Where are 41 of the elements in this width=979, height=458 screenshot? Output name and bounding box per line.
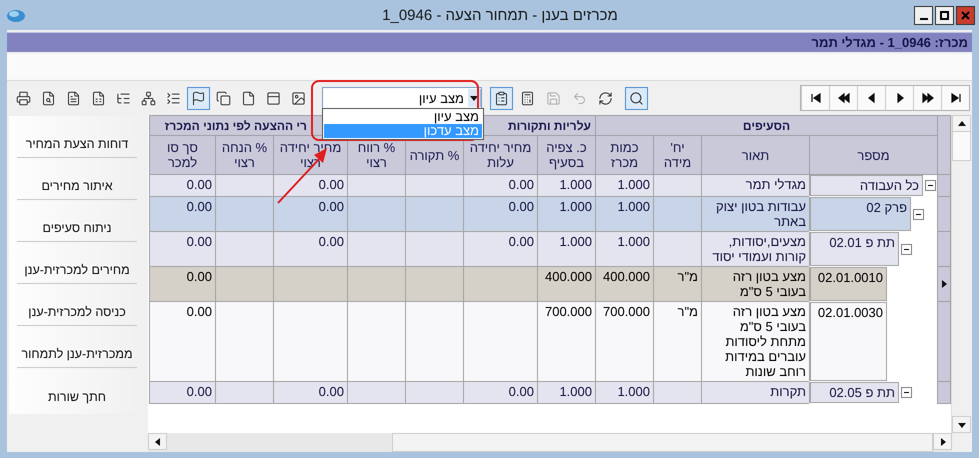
table-cell: תת פ 02.05 [810, 382, 898, 403]
column-group-header: הסעיפים [595, 116, 938, 136]
table-cell: 0.00 [273, 382, 348, 404]
table-cell: פרק 02 [810, 197, 910, 231]
table-cell: 0.00 [463, 232, 538, 266]
table-cell: 0.00 [149, 266, 216, 302]
table-cell: 0.00 [149, 382, 216, 404]
table-cell: 1.000 [537, 232, 596, 266]
table-cell: מצע בטון רזה בעובי 5 ס"מ [702, 266, 810, 302]
table-cell: 0.00 [463, 382, 538, 404]
table-cell: 1.000 [595, 232, 654, 266]
table-cell: 1.000 [595, 196, 654, 232]
table-cell: 02.01.0030 [810, 302, 886, 381]
table-cell: מגדלי תמר [702, 174, 810, 196]
table-cell: 1.000 [537, 196, 596, 232]
table-cell: מ"ר [654, 302, 702, 382]
table-cell: 700.000 [595, 302, 654, 382]
table-cell: 0.00 [149, 196, 216, 232]
table-cell: מ"ר [654, 266, 702, 302]
table-cell: 700.000 [537, 302, 596, 382]
table-cell: 0.00 [273, 196, 348, 232]
table-cell: 0.00 [149, 174, 216, 196]
table-cell: עבודות בטון יצוק באתר [702, 196, 810, 232]
table-cell: 0.00 [463, 174, 538, 196]
table-cell: 1.000 [537, 174, 596, 196]
table-cell: כל העבודה [810, 175, 922, 196]
table-cell: 0.00 [273, 232, 348, 266]
table-cell: 02.01.0010 [810, 267, 886, 301]
table-cell: 1.000 [595, 382, 654, 404]
table-cell: 1.000 [537, 382, 596, 404]
table-cell: תקרות [702, 382, 810, 404]
table-cell: מצע בטון רזה בעובי 5 ס"מ מתחת ליסודות עוברים במידות רוחב שונות [702, 302, 810, 382]
table-cell: 400.000 [537, 266, 596, 302]
table-cell: 0.00 [273, 174, 348, 196]
table-cell: 400.000 [595, 266, 654, 302]
table-cell: 0.00 [463, 196, 538, 232]
table-cell: תת פ 02.01 [810, 232, 898, 266]
table-cell: מצעים,יסודות, קורות ועמודי יסוד [702, 232, 810, 266]
table-cell: 0.00 [149, 302, 216, 382]
table-cell: 1.000 [595, 174, 654, 196]
table-cell: 0.00 [149, 232, 216, 266]
